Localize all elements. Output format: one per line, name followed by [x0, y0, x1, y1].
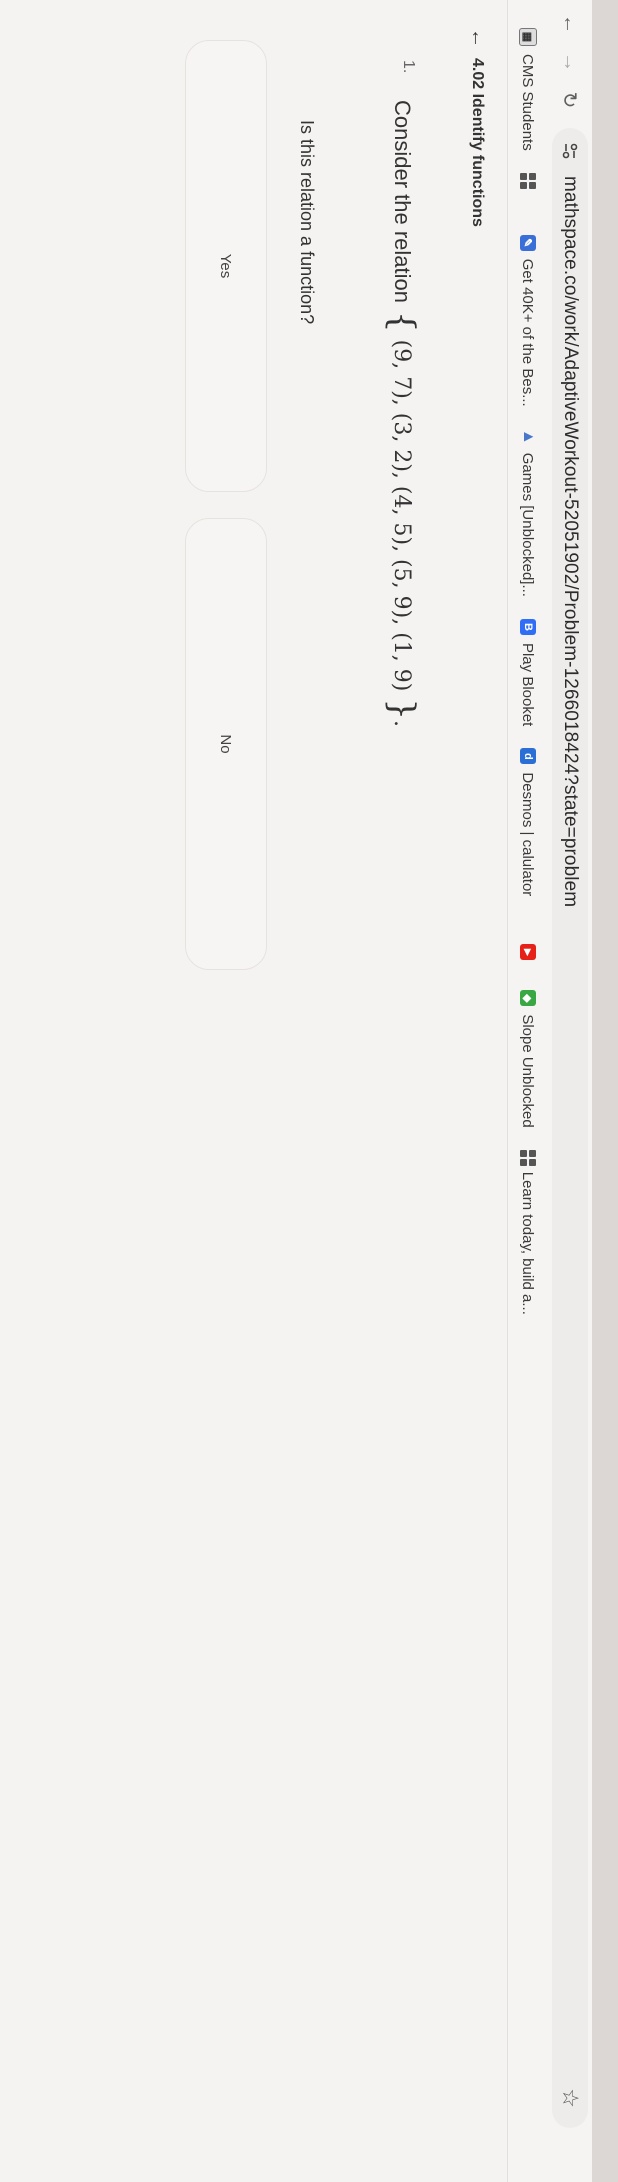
relation-pairs: (9, 7), (3, 2), (4, 5), (5, 9), (1, 9) — [389, 339, 415, 692]
back-to-lesson-link[interactable]: ← 4.02 Identify functions — [466, 28, 489, 227]
folder-icon: ▦ — [519, 28, 537, 46]
option-label: Yes — [217, 253, 235, 279]
bookmarks-bar: ▦ CMS Students ✎ Get 40K+ of the Bes... … — [507, 0, 548, 2182]
screen: ← → ↻ mathspace.co/work/AdaptiveWorkout-… — [0, 0, 618, 2182]
bookmark-slope-unblocked[interactable]: ◆ Slope Unblocked — [519, 990, 537, 1128]
answer-option-yes[interactable]: Yes — [185, 40, 267, 492]
option-label: No — [217, 734, 235, 754]
url-text[interactable]: mathspace.co/work/AdaptiveWorkout-520519… — [559, 176, 581, 907]
slope-favicon-icon: ◆ — [520, 990, 536, 1007]
relation-set: { (9, 7), (3, 2), (4, 5), (5, 9), (1, 9)… — [382, 311, 423, 727]
bookmark-get-40k[interactable]: ✎ Get 40K+ of the Bes... — [519, 234, 537, 407]
page-title: 4.02 Identify functions — [469, 58, 487, 227]
sub-question: Is this relation a function? — [297, 120, 317, 325]
back-arrow-icon[interactable]: ← — [556, 10, 584, 38]
blooket-icon: B — [520, 618, 536, 635]
bookmark-label: Games [Unblocked]... — [519, 452, 537, 597]
bookmark-star-icon[interactable]: ☆ — [557, 2088, 583, 2108]
open-brace: { — [382, 311, 423, 333]
desmos-icon: d — [520, 748, 536, 765]
prompt-text: Consider the relation — [390, 100, 415, 304]
bookmark-label: Desmos | calulator — [519, 772, 537, 897]
bookmark-cms-students[interactable]: ▦ CMS Students — [519, 28, 537, 151]
bookmark-youtube[interactable]: ▶ — [520, 944, 536, 968]
question-number: 1. — [400, 60, 417, 74]
bookmark-label: Learn today, build a... — [519, 1171, 537, 1315]
site-favicon-icon: ✎ — [520, 234, 536, 251]
apps-grid-icon — [520, 1149, 536, 1166]
tab-strip — [592, 0, 618, 2182]
bookmark-apps[interactable] — [520, 172, 536, 195]
bookmark-games-unblocked[interactable]: ▲ Games [Unblocked]... — [519, 428, 538, 597]
answer-option-no[interactable]: No — [185, 518, 267, 970]
browser-toolbar: ← → ↻ mathspace.co/work/AdaptiveWorkout-… — [548, 0, 592, 2182]
game-favicon-icon: ▲ — [520, 428, 537, 445]
youtube-icon: ▶ — [520, 944, 536, 961]
bookmark-label: CMS Students — [519, 54, 537, 151]
forward-arrow-icon[interactable]: → — [556, 48, 584, 76]
page-content: ← 4.02 Identify functions 1. Consider th… — [0, 0, 507, 2182]
apps-grid-icon — [520, 172, 536, 189]
bookmark-learn-today[interactable]: Learn today, build a... — [519, 1149, 537, 1315]
reload-icon[interactable]: ↻ — [556, 86, 584, 114]
bookmark-play-blooket[interactable]: B Play Blooket — [519, 618, 537, 727]
address-bar[interactable]: mathspace.co/work/AdaptiveWorkout-520519… — [552, 128, 588, 2128]
bookmark-desmos[interactable]: d Desmos | calulator — [520, 748, 537, 896]
bookmark-label: Slope Unblocked — [519, 1014, 537, 1128]
question-prompt: Consider the relation { (9, 7), (3, 2), … — [382, 100, 423, 727]
bookmark-label: Play Blooket — [519, 642, 537, 727]
close-brace: } — [382, 698, 423, 720]
back-arrow-icon[interactable]: ← — [466, 28, 489, 48]
site-settings-icon[interactable] — [559, 138, 581, 164]
bookmark-label: Get 40K+ of the Bes... — [519, 258, 537, 407]
